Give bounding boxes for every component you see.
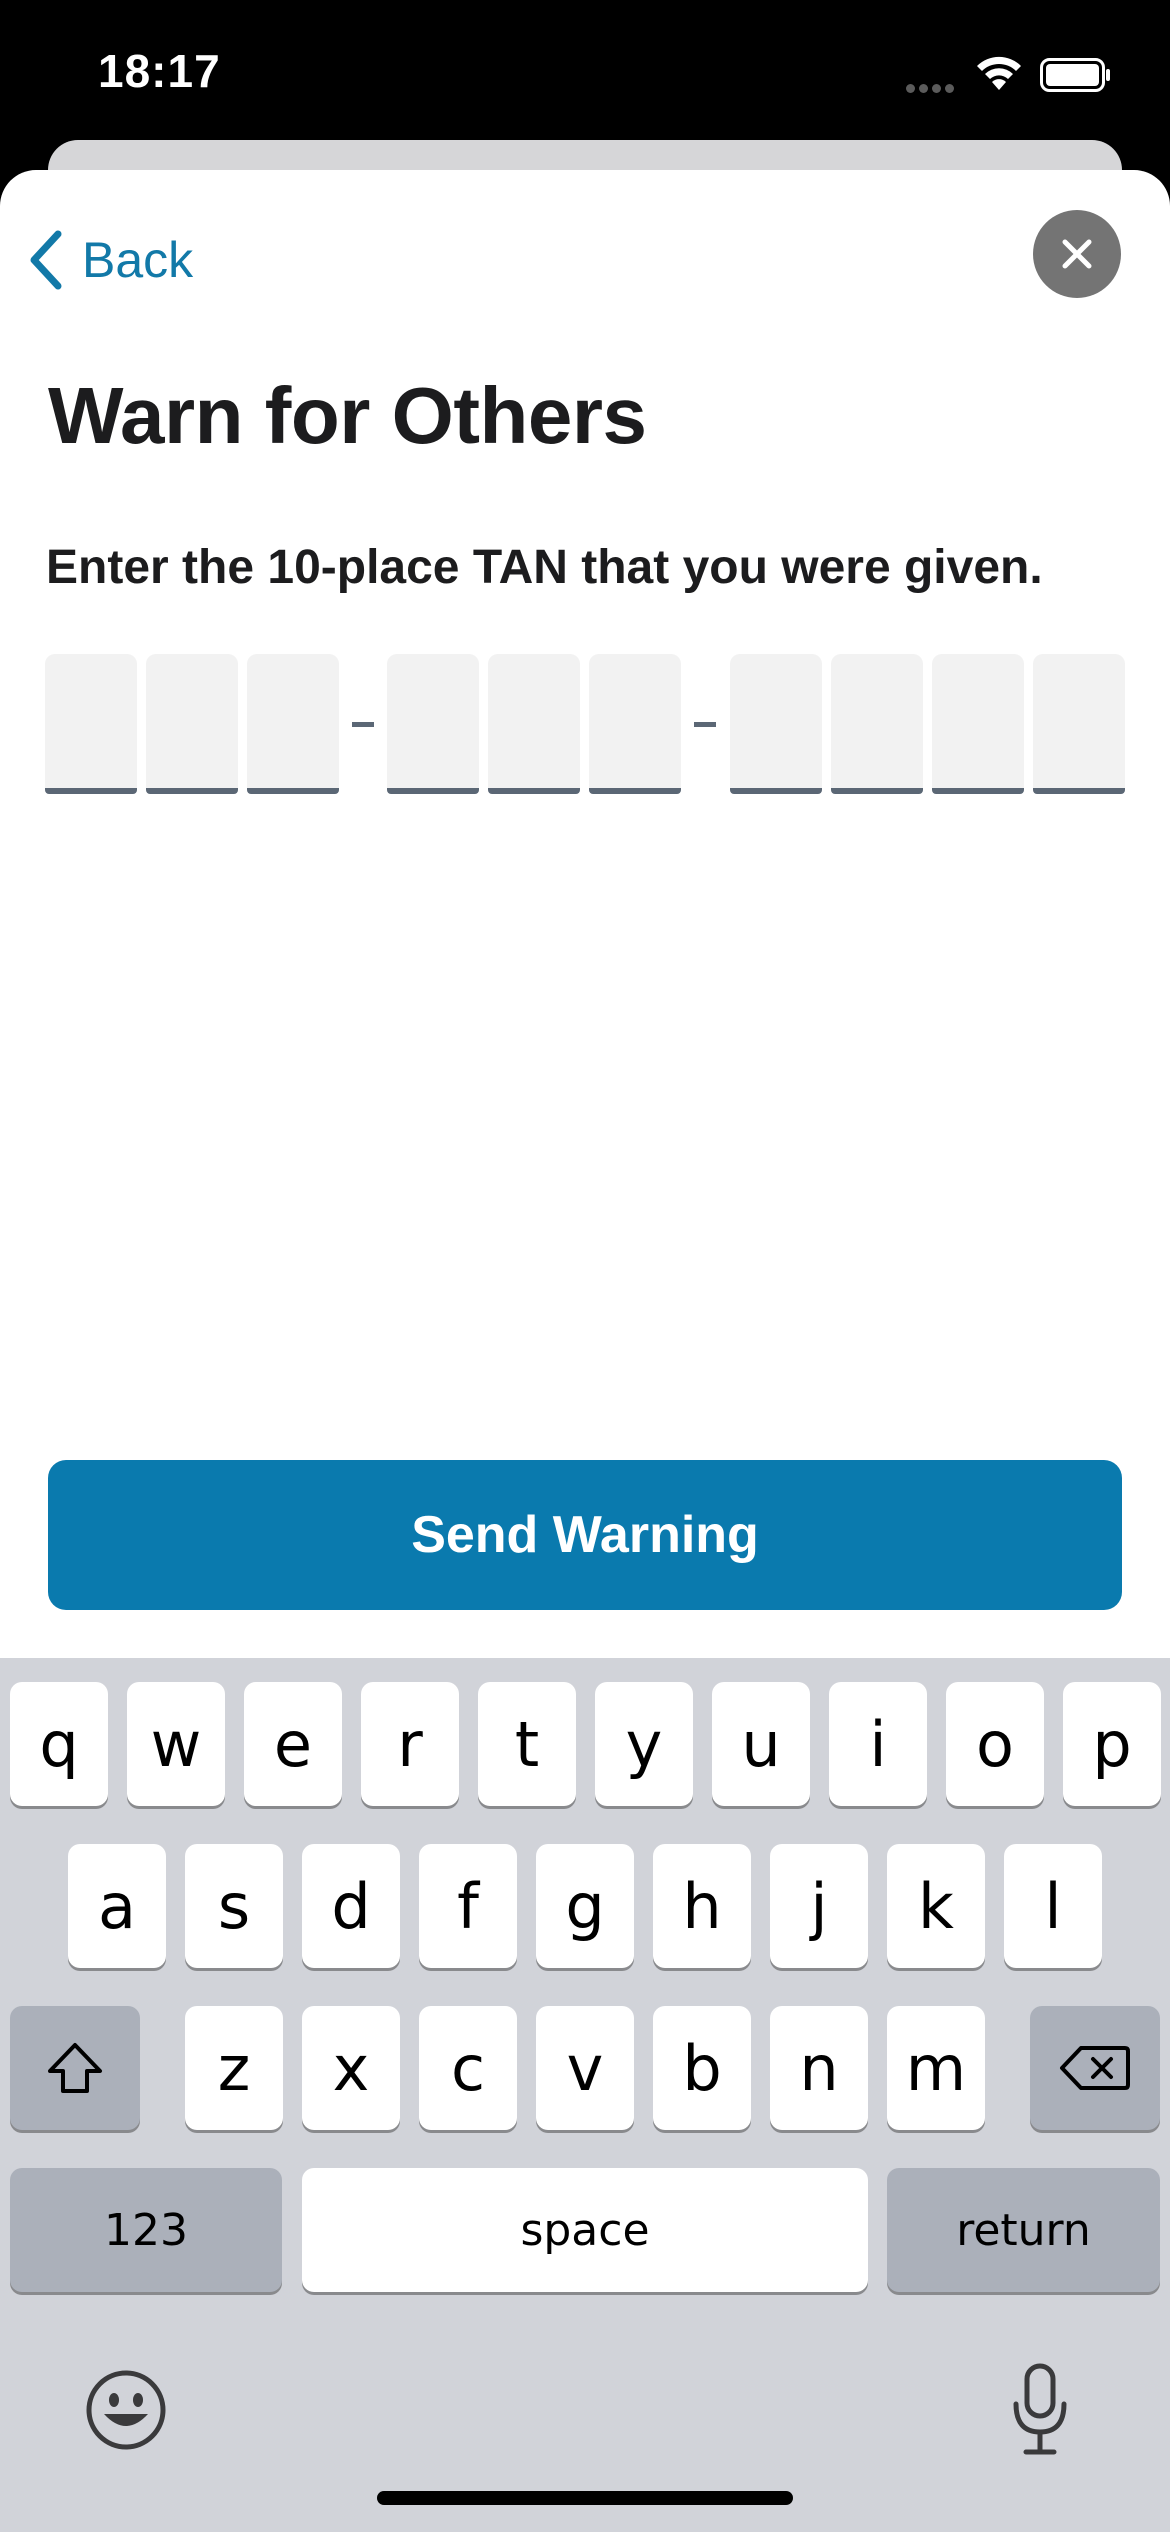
status-bar: 18:17 [0,0,1170,150]
tan-input[interactable] [0,654,1170,794]
close-icon [1062,239,1092,269]
tan-separator [694,722,716,727]
page-title: Warn for Others [48,371,647,460]
modal-sheet: Back Warn for Others Enter the 10-place … [0,170,1170,1660]
key-x[interactable]: x [302,2006,400,2130]
status-time: 18:17 [98,45,221,97]
key-f[interactable]: f [419,1844,517,1968]
tan-instruction: Enter the 10-place TAN that you were giv… [46,541,1043,594]
key-r[interactable]: r [361,1682,459,1806]
tan-digit-box[interactable] [387,654,479,794]
close-button[interactable] [1033,210,1121,298]
key-j[interactable]: j [770,1844,868,1968]
key-g[interactable]: g [536,1844,634,1968]
shift-icon [48,2043,102,2093]
key-u[interactable]: u [712,1682,810,1806]
dictation-button[interactable] [1010,2362,1070,2463]
key-e[interactable]: e [244,1682,342,1806]
battery-icon [1040,58,1112,97]
space-key[interactable]: space [302,2168,868,2292]
tan-digit-box[interactable] [831,654,923,794]
delete-icon [1060,2046,1130,2090]
key-l[interactable]: l [1004,1844,1102,1968]
home-indicator[interactable] [377,2491,793,2505]
send-warning-button[interactable]: Send Warning [48,1460,1122,1610]
key-c[interactable]: c [419,2006,517,2130]
delete-key[interactable] [1030,2006,1160,2130]
key-b[interactable]: b [653,2006,751,2130]
key-a[interactable]: a [68,1844,166,1968]
tan-digit-box[interactable] [730,654,822,794]
key-v[interactable]: v [536,2006,634,2130]
key-d[interactable]: d [302,1844,400,1968]
key-y[interactable]: y [595,1682,693,1806]
key-z[interactable]: z [185,2006,283,2130]
tan-digit-box[interactable] [488,654,580,794]
key-p[interactable]: p [1063,1682,1161,1806]
key-k[interactable]: k [887,1844,985,1968]
emoji-icon [86,2370,166,2450]
tan-digit-box[interactable] [1033,654,1125,794]
chevron-left-icon [30,230,62,290]
screen: 18:17 Back Warn for Others Enter the 10-… [0,0,1170,2532]
key-s[interactable]: s [185,1844,283,1968]
tan-digit-box[interactable] [589,654,681,794]
key-n[interactable]: n [770,2006,868,2130]
tan-separator [352,722,374,727]
key-h[interactable]: h [653,1844,751,1968]
tan-digit-box[interactable] [45,654,137,794]
wifi-icon [973,52,1025,97]
key-t[interactable]: t [478,1682,576,1806]
tan-digit-box[interactable] [146,654,238,794]
emoji-button[interactable] [84,2368,168,2457]
key-o[interactable]: o [946,1682,1044,1806]
key-w[interactable]: w [127,1682,225,1806]
return-key[interactable]: return [887,2168,1160,2292]
tan-digit-box[interactable] [247,654,339,794]
keyboard: q w e r t y u i o p a s d f g h j k l z … [0,1658,1170,2532]
numbers-key[interactable]: 123 [10,2168,282,2292]
tan-digit-box[interactable] [932,654,1024,794]
cellular-signal-icon [906,80,958,98]
back-button[interactable]: Back [24,220,193,300]
key-q[interactable]: q [10,1682,108,1806]
microphone-icon [1013,2363,1067,2455]
shift-key[interactable] [10,2006,140,2130]
key-m[interactable]: m [887,2006,985,2130]
key-i[interactable]: i [829,1682,927,1806]
back-label: Back [82,232,194,288]
